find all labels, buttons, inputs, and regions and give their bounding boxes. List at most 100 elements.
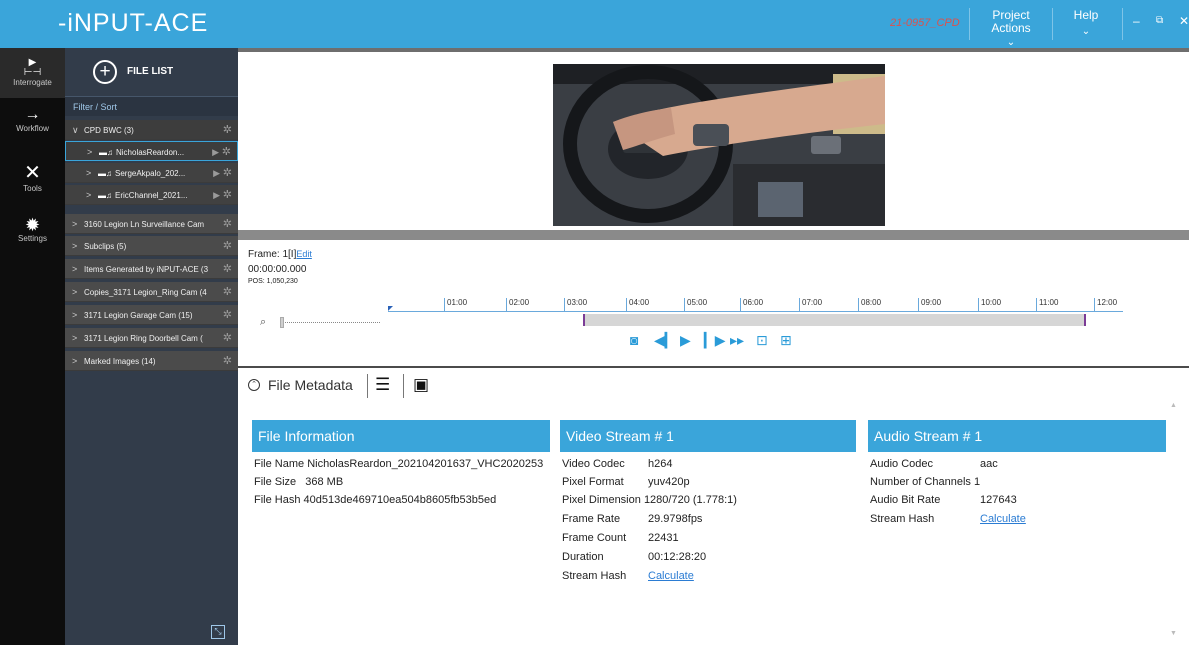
pixel-dimension-row: Pixel Dimension 1280/720 (1.778:1) xyxy=(562,494,737,506)
gear-icon[interactable]: ✲ xyxy=(223,305,232,324)
tree-file-item[interactable]: > ▬♫ EricChannel_2021... ▶ ✲ xyxy=(65,185,238,205)
timeline-ruler[interactable]: 01:00 02:00 03:00 04:00 05:00 06:00 07:0… xyxy=(388,294,1123,312)
field-label: Pixel Format xyxy=(562,476,624,488)
step-back-button[interactable]: ◀▎ xyxy=(654,332,676,348)
field-value: yuv420p xyxy=(648,476,690,488)
file-list-title: FILE LIST xyxy=(127,66,174,77)
scroll-down-arrow[interactable]: ▼ xyxy=(1170,630,1177,637)
video-viewer[interactable] xyxy=(238,48,1189,238)
gear-icon[interactable]: ✲ xyxy=(222,142,231,160)
field-label: File Name xyxy=(254,458,305,470)
audio-stream-hash-row: Stream Hash Calculate xyxy=(870,513,1026,525)
field-label: Stream Hash xyxy=(562,570,627,582)
toolbar-divider xyxy=(367,374,368,398)
play-icon[interactable]: ▶ xyxy=(213,163,220,182)
step-forward-button[interactable]: ▎▶ xyxy=(704,332,726,348)
gear-icon[interactable]: ✲ xyxy=(223,120,232,139)
field-label: Frame Count xyxy=(562,532,627,544)
list-view-icon[interactable]: ☰ xyxy=(375,375,390,395)
scroll-up-arrow[interactable]: ▲ xyxy=(1170,402,1177,409)
audio-bit-rate-row: Audio Bit Rate 127643 xyxy=(870,494,1017,506)
tree-group-item[interactable]: > Items Generated by iNPUT-ACE (3 ✲ xyxy=(65,259,238,279)
play-icon[interactable]: ▶ xyxy=(213,185,220,204)
file-hash-row: File Hash 40d513de469710ea504b8605fb53b5… xyxy=(254,494,496,506)
rail-item-label: Workflow xyxy=(16,124,49,133)
play-icon[interactable]: ▶ xyxy=(212,142,219,160)
tree-file-label: NicholasReardon... xyxy=(116,148,185,157)
video-codec-row: Video Codec h264 xyxy=(562,458,672,470)
playhead-marker[interactable] xyxy=(388,306,393,311)
field-value: 1280/720 (1.778:1) xyxy=(643,494,737,506)
section-header: File Information xyxy=(252,420,550,452)
video-divider-bar[interactable] xyxy=(238,230,1189,240)
ruler-tick-label: 07:00 xyxy=(799,298,822,312)
zoom-slider-thumb[interactable] xyxy=(280,317,284,328)
tree-group-item[interactable]: > Marked Images (14) ✲ xyxy=(65,351,238,371)
chevron-right-icon: > xyxy=(72,333,78,343)
video-frame[interactable] xyxy=(553,64,885,226)
tree-group-item[interactable]: >3160 Legion Ln Surveillance Cam ✲ xyxy=(65,214,238,234)
audio-stream-section: Audio Stream # 1 xyxy=(868,420,1166,452)
field-label: Video Codec xyxy=(562,458,625,470)
close-button[interactable]: ✕ xyxy=(1179,14,1189,28)
filter-sort-link[interactable]: Filter / Sort xyxy=(65,96,238,116)
export-frame-button[interactable]: ⊡ xyxy=(756,332,768,348)
tree-group-cpd-bwc[interactable]: ∨ CPD BWC (3) ✲ xyxy=(65,120,238,140)
duration-row: Duration 00:12:28:20 xyxy=(562,551,706,563)
zoom-slider[interactable] xyxy=(280,322,380,324)
gear-icon[interactable]: ✲ xyxy=(223,185,232,204)
edit-frame-link[interactable]: Edit xyxy=(296,249,312,259)
help-menu[interactable]: Help ⌄ xyxy=(1068,9,1104,38)
gear-icon[interactable]: ✲ xyxy=(223,259,232,278)
save-icon[interactable]: ▣ xyxy=(413,375,429,395)
chevron-right-icon: > xyxy=(72,219,78,229)
field-value: h264 xyxy=(648,458,673,470)
frame-number: Frame: 1[I] xyxy=(248,249,297,260)
play-timeline-icon: ▶ ⊢⊣ xyxy=(23,57,42,78)
rail-item-workflow[interactable]: → Workflow xyxy=(0,106,65,146)
project-actions-menu[interactable]: Project Actions ⌄ xyxy=(990,9,1032,49)
header-divider xyxy=(1122,8,1123,40)
minimize-button[interactable]: – xyxy=(1133,14,1140,28)
tree-group-item[interactable]: >3171 Legion Garage Cam (15) ✲ xyxy=(65,305,238,325)
field-value: 1 xyxy=(973,476,981,488)
tree-group-label: 3171 Legion Garage Cam (15) xyxy=(84,311,193,320)
ruler-tick-label: 03:00 xyxy=(564,298,587,312)
gear-icon[interactable]: ✲ xyxy=(223,163,232,182)
field-value: 00:12:28:20 xyxy=(648,551,707,563)
rail-item-tools[interactable]: ✕ Tools xyxy=(0,162,65,202)
grid-view-button[interactable]: ⊞ xyxy=(780,332,792,348)
timeline-track[interactable] xyxy=(583,314,1086,326)
frame-label: Frame: 1[I]Edit xyxy=(248,249,312,260)
frame-count-row: Frame Count 22431 xyxy=(562,532,679,544)
tree-file-item[interactable]: > ▬♫ NicholasReardon... ▶ ✲ xyxy=(65,141,238,161)
file-name-row: File Name NicholasReardon_202104201637_V… xyxy=(254,458,543,470)
file-information-section: File Information xyxy=(252,420,550,452)
collapse-panel-icon[interactable]: ⤡ xyxy=(211,625,225,639)
rail-item-settings[interactable]: ✹ Settings xyxy=(0,216,65,256)
gear-icon[interactable]: ✲ xyxy=(223,214,232,233)
rail-item-label: Interrogate xyxy=(13,78,52,87)
calculate-audio-hash-link[interactable]: Calculate xyxy=(980,513,1026,525)
camera-snapshot-button[interactable]: ◙ xyxy=(630,332,638,348)
video-stream-section: Video Stream # 1 xyxy=(560,420,856,452)
tree-group-label: Subclips (5) xyxy=(84,242,127,251)
collapse-icon[interactable]: ⌃ xyxy=(248,379,260,391)
gear-icon[interactable]: ✲ xyxy=(223,351,232,370)
tree-group-item[interactable]: > Copies_3171 Legion_Ring Cam (4 ✲ xyxy=(65,282,238,302)
chevron-right-icon: > xyxy=(72,241,78,251)
field-label: Frame Rate xyxy=(562,513,621,525)
calculate-video-hash-link[interactable]: Calculate xyxy=(648,570,694,582)
tree-group-item[interactable]: > Subclips (5) ✲ xyxy=(65,236,238,256)
play-button[interactable]: ▶ xyxy=(680,332,691,348)
header-divider xyxy=(969,8,970,40)
restore-button[interactable]: ⧉ xyxy=(1156,15,1163,26)
gear-icon[interactable]: ✲ xyxy=(223,236,232,255)
rail-item-interrogate[interactable]: ▶ ⊢⊣ Interrogate xyxy=(0,48,65,98)
gear-icon[interactable]: ✲ xyxy=(223,328,232,347)
tree-group-item[interactable]: >3171 Legion Ring Doorbell Cam ( ✲ xyxy=(65,328,238,348)
tree-file-item[interactable]: > ▬♫ SergeAkpalo_202... ▶ ✲ xyxy=(65,163,238,183)
file-metadata-panel: ⌃ File Metadata ☰ ▣ File Information Fil… xyxy=(238,368,1189,645)
gear-icon[interactable]: ✲ xyxy=(223,282,232,301)
fast-forward-button[interactable]: ▸▸ xyxy=(730,332,744,348)
